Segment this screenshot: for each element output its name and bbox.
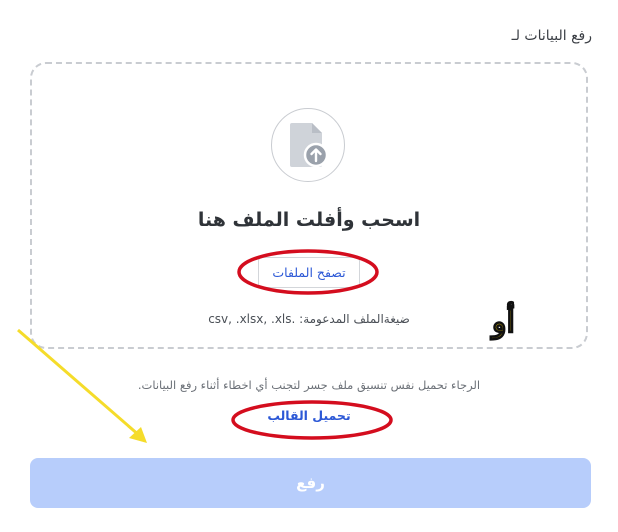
template-note: الرجاء تحميل نفس تنسيق ملف جسر لتجنب أي … (137, 378, 481, 392)
or-annotation: أو (491, 305, 515, 340)
file-upload-icon (271, 108, 345, 182)
dropzone-heading: اسحب وأفلت الملف هنا (197, 209, 421, 231)
upload-dialog: رفع البيانات لـ اسحب وأفلت الملف هنا تصف… (0, 0, 618, 532)
dialog-title: رفع البيانات لـ (511, 28, 592, 44)
browse-files-button[interactable]: تصفح الملفات (258, 257, 360, 288)
upload-button[interactable]: رفع (30, 458, 591, 508)
supported-formats-text: ضيغةالملف المدعومة: .csv, .xlsx, .xls (208, 312, 410, 326)
download-template-link[interactable]: تحميل القالب (0, 408, 618, 423)
